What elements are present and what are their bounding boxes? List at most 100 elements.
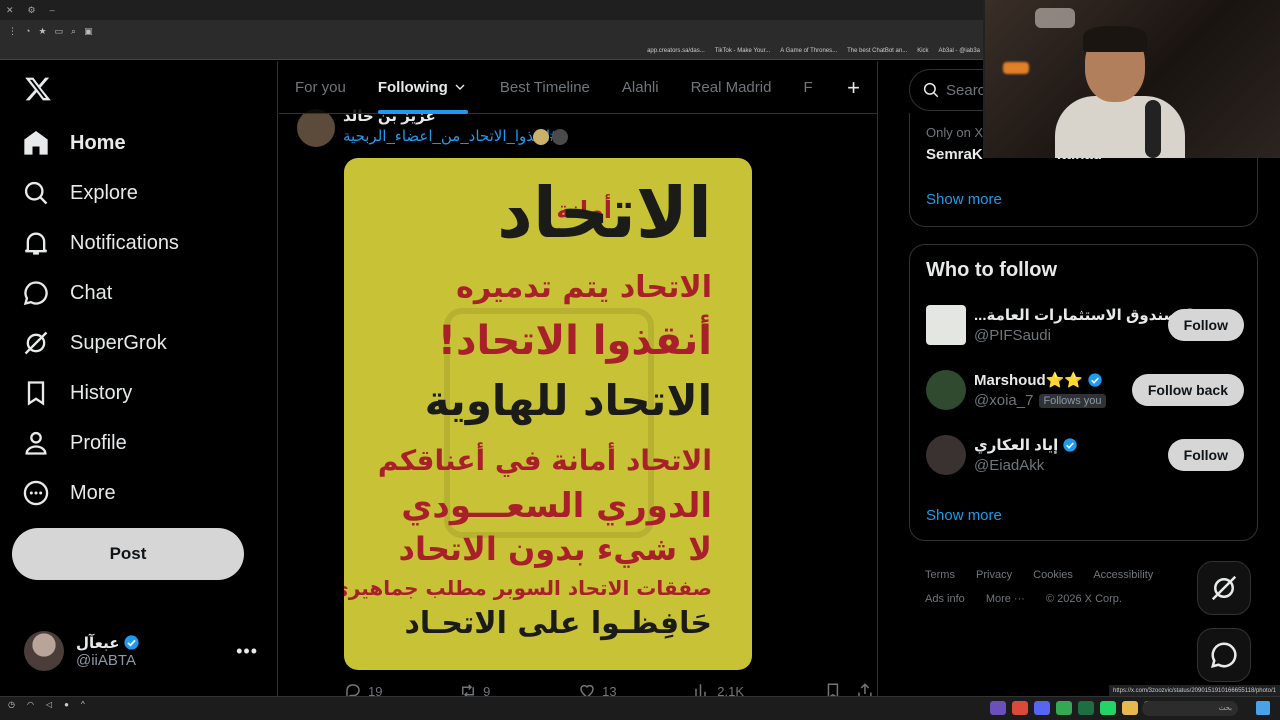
heart-icon <box>580 684 594 696</box>
tweet-author-avatar[interactable] <box>297 109 335 147</box>
clock-icon[interactable]: ◷ <box>8 701 15 709</box>
nav-notifications[interactable]: Notifications <box>22 229 179 257</box>
suggestion-pif[interactable]: ...صندوق الاستثمارات العامة @PIFSaudi Fo… <box>926 305 1244 347</box>
footer-more[interactable]: More ··· <box>986 593 1025 605</box>
tab-truncated[interactable]: F <box>787 61 828 114</box>
bookmark-6[interactable]: Ab3al - @iab3a <box>939 48 980 54</box>
nav-home[interactable]: Home <box>22 129 126 157</box>
streamer-body <box>1055 96 1185 158</box>
account-more-icon[interactable]: ••• <box>236 641 258 662</box>
whatsapp-icon[interactable] <box>1100 701 1116 715</box>
menu-icon[interactable]: ⋮ <box>8 26 17 37</box>
nav-more-label: More <box>70 481 116 504</box>
bookmark-tweet-icon[interactable] <box>824 682 842 696</box>
follow-button[interactable]: Follow <box>1167 439 1244 471</box>
taskbar-search[interactable]: بحث <box>1142 701 1238 716</box>
views-button[interactable]: 2.1K <box>693 682 812 696</box>
footer-privacy[interactable]: Privacy <box>976 569 1012 581</box>
bookmark-2[interactable]: TikTok - Make Your... <box>715 48 770 54</box>
chrome-icon[interactable] <box>1056 701 1072 715</box>
account-handle: @iiABTA <box>76 651 136 669</box>
nav-more[interactable]: More <box>22 479 116 507</box>
minimize-icon[interactable]: – <box>50 5 55 15</box>
repost-button[interactable]: 9 <box>459 682 578 696</box>
tab-for-you[interactable]: For you <box>279 61 362 114</box>
poster-line-4: الاتحاد للهاوية <box>424 376 712 425</box>
suggestion-eiad[interactable]: إياد العكاري @EiadAkk Follow <box>926 435 1244 477</box>
nav-profile[interactable]: Profile <box>22 429 127 457</box>
tweet-actions: 19 9 13 2.1K <box>344 681 874 696</box>
suggestion-avatar <box>926 305 966 345</box>
bookmark-1[interactable]: app.creators.sa/das... <box>647 48 705 54</box>
chevron-down-icon[interactable] <box>452 79 468 95</box>
tab-real-madrid[interactable]: Real Madrid <box>675 61 788 114</box>
like-button[interactable]: 13 <box>578 682 693 696</box>
cast-icon[interactable]: ▭ <box>55 26 64 37</box>
tweet-hashtag[interactable]: #انقذوا_الاتحاد_من_اعضاء_الربحية <box>343 127 558 145</box>
follow-button[interactable]: Follow <box>1167 309 1244 341</box>
left-sidebar: Home Explore Notifications Chat SuperGro… <box>0 61 278 696</box>
nav-supergrok[interactable]: SuperGrok <box>22 329 167 357</box>
person-icon <box>25 431 47 455</box>
zoom-icon[interactable]: ⌕ <box>71 26 76 37</box>
streamer-hair <box>1083 26 1147 52</box>
bookmark-5[interactable]: Kick <box>917 48 928 54</box>
x-logo-icon[interactable] <box>24 75 52 103</box>
add-tab-icon[interactable]: + <box>847 75 860 101</box>
extension-icon[interactable]: ◔ <box>25 26 30 36</box>
reply-button[interactable]: 19 <box>344 682 459 696</box>
footer-accessibility[interactable]: Accessibility <box>1093 569 1153 581</box>
account-switcher[interactable]: عبعآل @iiABTA ••• <box>24 631 264 671</box>
wifi-icon[interactable]: ◠ <box>27 701 34 709</box>
who-to-follow-card: Who to follow ...صندوق الاستثمارات العام… <box>909 244 1258 541</box>
speaker-icon[interactable]: ◁ <box>46 701 52 709</box>
share-icon[interactable] <box>856 682 874 696</box>
screenshot-icon[interactable]: ▣ <box>84 26 93 37</box>
footer-cookies[interactable]: Cookies <box>1033 569 1073 581</box>
more-circle-icon <box>23 480 49 506</box>
poster-line-8: صفقات الاتحاد السوبر مطلب جماهيري <box>344 576 712 600</box>
bookmark-4[interactable]: The best ChatBot an... <box>847 48 907 54</box>
nav-chat[interactable]: Chat <box>22 279 112 307</box>
nav-history-label: History <box>70 381 133 404</box>
footer-ads-info[interactable]: Ads info <box>925 593 965 605</box>
nav-supergrok-label: SuperGrok <box>70 331 167 354</box>
nav-chat-label: Chat <box>70 281 113 304</box>
show-more-trends[interactable]: Show more <box>926 191 1002 208</box>
nav-explore[interactable]: Explore <box>22 179 138 207</box>
link-preview-url: https://x.com/3zoozvic/status/2090151910… <box>1108 685 1280 696</box>
folder-icon[interactable] <box>1122 701 1138 715</box>
main-timeline: For you Following Best Timeline Alahli R… <box>279 61 878 696</box>
app-icon-1[interactable] <box>990 701 1006 715</box>
bell-icon <box>24 232 48 255</box>
poster-line-9: حَافِظـوا على الاتحـاد <box>404 606 713 641</box>
mic-icon[interactable]: ● <box>64 701 69 709</box>
tab-alahli[interactable]: Alahli <box>606 61 675 114</box>
window-icon[interactable]: ⚙ <box>28 5 36 16</box>
bookmark-3[interactable]: A Game of Thrones... <box>780 48 837 54</box>
excel-icon[interactable] <box>1078 701 1094 715</box>
app-icon-2[interactable] <box>1012 701 1028 715</box>
star-icon[interactable]: ★ <box>38 26 46 37</box>
messages-fab[interactable] <box>1197 628 1251 682</box>
grok-icon <box>24 331 48 355</box>
start-icon[interactable] <box>1256 701 1270 715</box>
chevron-up-icon[interactable]: ^ <box>81 701 85 709</box>
suggestion-marshoud[interactable]: Marshoud⭐⭐ @xoia_7 Follows you Follow bac… <box>926 370 1244 412</box>
nav-profile-label: Profile <box>70 431 127 454</box>
tweet-image[interactable]: أمانة الاتحاد الاتحاد يتم تدميره أنقذوا … <box>344 158 752 670</box>
nav-history[interactable]: History <box>22 379 132 407</box>
show-more-follow[interactable]: Show more <box>926 507 1002 524</box>
reply-icon <box>346 684 360 696</box>
footer-terms[interactable]: Terms <box>925 569 955 581</box>
tab-best-timeline[interactable]: Best Timeline <box>484 61 606 114</box>
tab-following[interactable]: Following <box>362 61 484 114</box>
close-window-icon[interactable]: ✕ <box>6 5 14 16</box>
follow-back-button[interactable]: Follow back <box>1131 374 1244 406</box>
suggestion-name: إياد العكاري <box>974 437 1059 454</box>
grok-fab[interactable] <box>1197 561 1251 615</box>
discord-icon[interactable] <box>1034 701 1050 715</box>
grok-icon <box>1211 575 1237 601</box>
post-button[interactable]: Post <box>12 528 244 580</box>
views-icon <box>695 684 706 696</box>
